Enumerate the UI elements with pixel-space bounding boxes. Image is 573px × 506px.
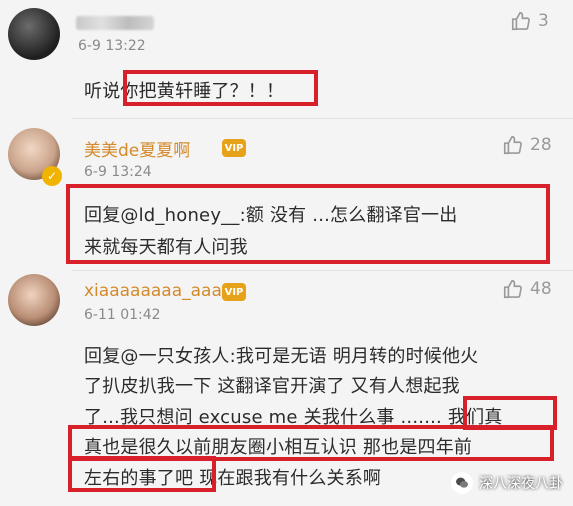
highlight-box bbox=[123, 70, 318, 106]
like-count: 3 bbox=[538, 11, 549, 31]
like-count: 48 bbox=[530, 279, 552, 299]
verified-badge-icon: ✓ bbox=[42, 166, 62, 186]
comment-time: 6-9 13:22 bbox=[78, 38, 146, 54]
username[interactable]: 美美de夏夏啊 bbox=[84, 136, 190, 161]
username-redacted bbox=[76, 16, 154, 30]
username[interactable]: xiaaaaaaaa_aaa bbox=[84, 281, 222, 301]
vip-icon: VIP bbox=[222, 139, 246, 157]
comment-time: 6-11 01:42 bbox=[84, 307, 161, 323]
like-button[interactable]: 28 bbox=[502, 134, 552, 156]
like-button[interactable]: 3 bbox=[510, 10, 549, 32]
avatar[interactable] bbox=[8, 274, 60, 326]
watermark-text: 深八深夜八卦 bbox=[479, 476, 563, 492]
wechat-logo-icon bbox=[451, 472, 473, 494]
watermark: 深八深夜八卦 bbox=[451, 472, 563, 494]
highlight-box bbox=[66, 184, 550, 264]
highlight-box bbox=[68, 456, 216, 492]
comment-text: 了扒皮扒我一下 这翻译官开演了 又有人想起我 bbox=[84, 376, 460, 397]
thumbs-up-icon bbox=[511, 11, 530, 31]
avatar[interactable] bbox=[8, 8, 60, 60]
vip-icon: VIP bbox=[222, 283, 246, 301]
like-button[interactable]: 48 bbox=[502, 278, 552, 300]
like-count: 28 bbox=[530, 135, 552, 155]
divider bbox=[72, 270, 573, 271]
divider bbox=[72, 118, 573, 119]
thumbs-up-icon bbox=[503, 135, 522, 155]
comment-time: 6-9 13:24 bbox=[84, 164, 152, 180]
comment-text: 回复@一只女孩人:我可是无语 明月转的时候他火 bbox=[84, 346, 479, 367]
thumbs-up-icon bbox=[503, 279, 522, 299]
